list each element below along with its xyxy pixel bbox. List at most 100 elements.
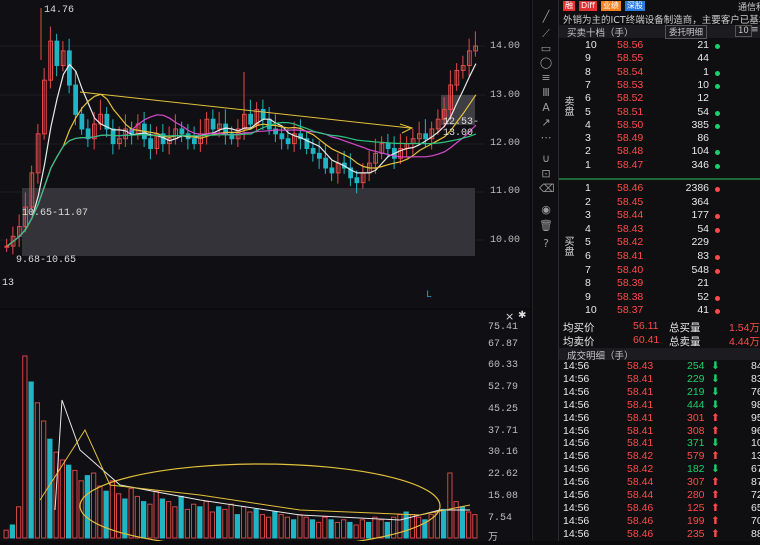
orderbook-row[interactable]: 6 58.41 83 bbox=[559, 250, 760, 264]
magnet-icon[interactable]: ∪ bbox=[539, 152, 553, 166]
trade-count: 137 bbox=[751, 450, 760, 463]
orderbook-level: 10 bbox=[585, 39, 597, 51]
text-tool-icon[interactable]: A bbox=[539, 101, 553, 115]
help-icon[interactable]: ? bbox=[539, 237, 553, 251]
trade-time: 14:56 bbox=[563, 372, 590, 385]
orderbook-volume: 364 bbox=[691, 195, 709, 208]
tag-connect[interactable]: 深股 bbox=[624, 1, 645, 11]
orderbook-price: 58.45 bbox=[617, 195, 644, 208]
volume-tick: 45.25 bbox=[488, 404, 519, 415]
trade-price: 58.43 bbox=[627, 360, 654, 372]
trade-count: 87 bbox=[751, 476, 760, 489]
settings-icon[interactable]: ✱ bbox=[518, 310, 526, 321]
eye-icon[interactable]: ◉ bbox=[539, 203, 553, 217]
orderbook-row[interactable]: 5 58.42 229 bbox=[559, 236, 760, 250]
trade-row[interactable]: 14:56 58.46 235 88 ⬆ bbox=[559, 528, 760, 542]
orderbook-price: 58.41 bbox=[617, 250, 644, 262]
parallel-channel-icon[interactable]: ≡ bbox=[539, 71, 553, 85]
tag-margin[interactable]: 融 bbox=[563, 1, 575, 11]
volume-bar bbox=[191, 503, 197, 539]
orderbook-volume: 21 bbox=[697, 39, 709, 51]
trash-icon[interactable]: 🗑 bbox=[539, 219, 553, 233]
trade-indicator-dot bbox=[715, 227, 720, 233]
orderbook-row[interactable]: 10 58.56 21 bbox=[559, 39, 760, 53]
orderbook-volume: 54 bbox=[697, 222, 709, 235]
trade-count: 83 bbox=[751, 372, 760, 385]
ellipse-tool-icon[interactable]: ◯ bbox=[539, 56, 553, 70]
orderbook-volume: 346 bbox=[691, 158, 709, 171]
orderbook-row[interactable]: 4 58.50 385 bbox=[559, 119, 760, 133]
volume-bar bbox=[347, 521, 353, 539]
orderbook-row[interactable]: 10 58.37 41 bbox=[559, 304, 760, 318]
depth-select[interactable]: 10 bbox=[735, 25, 752, 37]
eraser-icon[interactable]: ⌫ bbox=[539, 182, 555, 196]
orderbook-row[interactable]: 8 58.54 1 bbox=[559, 66, 760, 80]
volume-bar bbox=[228, 503, 234, 539]
orderbook-level: 1 bbox=[585, 182, 591, 194]
orderbook-row[interactable]: 4 58.43 54 bbox=[559, 223, 760, 237]
fibonacci-icon[interactable]: Ⅲ bbox=[539, 86, 553, 100]
volume-bar bbox=[328, 519, 334, 539]
volume-bar bbox=[378, 519, 384, 539]
tag-diff[interactable]: Diff bbox=[579, 1, 597, 11]
trade-time: 14:56 bbox=[563, 476, 590, 489]
trade-price: 58.42 bbox=[627, 450, 654, 463]
volume-bar bbox=[197, 506, 203, 539]
orderbook-row[interactable]: 2 58.45 364 bbox=[559, 196, 760, 210]
total-buy-label: 总买量 bbox=[669, 322, 701, 334]
more-icon[interactable]: ⋯ bbox=[539, 131, 553, 145]
volume-bar bbox=[309, 519, 315, 539]
line-tool-icon[interactable]: ╱ bbox=[539, 10, 553, 24]
volume-chart[interactable] bbox=[0, 310, 485, 545]
orderbook-row[interactable]: 9 58.38 52 bbox=[559, 291, 760, 305]
trade-volume: 444 bbox=[687, 398, 705, 411]
candle-body bbox=[54, 40, 60, 67]
orderbook-row[interactable]: 1 58.46 2386 bbox=[559, 182, 760, 196]
orderbook-row[interactable]: 5 58.51 54 bbox=[559, 106, 760, 120]
orderbook-row[interactable]: 7 58.53 10 bbox=[559, 79, 760, 93]
trend-arrow bbox=[399, 123, 414, 134]
orderbook-row[interactable]: 2 58.48 104 bbox=[559, 145, 760, 159]
order-detail-button[interactable]: 委托明细 bbox=[665, 25, 708, 39]
orderbook-row[interactable]: 3 58.44 177 bbox=[559, 209, 760, 223]
orderbook-row[interactable]: 6 58.52 12 bbox=[559, 92, 760, 106]
price-tick: 12.00 bbox=[490, 138, 521, 149]
low-price-label: 9.68-10.65 bbox=[16, 255, 77, 266]
trade-time: 14:56 bbox=[563, 463, 590, 476]
trade-count: 67 bbox=[751, 463, 760, 476]
orderbook-row[interactable]: 8 58.39 21 bbox=[559, 277, 760, 291]
orderbook-volume: 41 bbox=[697, 304, 709, 317]
candlestick-chart[interactable]: 14.76 10.65-11.07 9.68-10.65 13 12.53-13… bbox=[0, 0, 485, 308]
trade-indicator-dot bbox=[715, 70, 720, 76]
volume-bar bbox=[41, 420, 47, 539]
orderbook-level: 7 bbox=[585, 263, 591, 276]
trade-indicator-dot bbox=[715, 255, 720, 260]
orderbook-price: 58.56 bbox=[617, 39, 644, 51]
arrow-down-icon: ⬇ bbox=[711, 437, 720, 450]
menu-icon[interactable]: ≡ bbox=[751, 25, 759, 35]
volume-bar bbox=[3, 529, 9, 539]
price-tick: 14.00 bbox=[490, 41, 521, 52]
ray-tool-icon[interactable]: ⟋ bbox=[539, 27, 553, 41]
candle-body bbox=[248, 113, 253, 125]
volume-bar bbox=[416, 516, 422, 539]
orderbook-row[interactable]: 7 58.40 548 bbox=[559, 264, 760, 278]
trade-time: 14:56 bbox=[563, 527, 590, 540]
orderbook-price: 58.43 bbox=[617, 222, 644, 235]
orderbook-row[interactable]: 1 58.47 346 bbox=[559, 159, 760, 173]
measure-icon[interactable]: ↗ bbox=[539, 116, 553, 130]
orderbook-price: 58.49 bbox=[617, 132, 644, 145]
orderbook-row[interactable]: 9 58.55 44 bbox=[559, 52, 760, 66]
lock-icon[interactable]: ⊡ bbox=[539, 167, 553, 181]
tag-earnings[interactable]: 业绩 bbox=[600, 1, 621, 11]
rectangle-tool-icon[interactable]: ▭ bbox=[539, 42, 553, 56]
trade-indicator-dot bbox=[715, 214, 720, 220]
orderbook-level: 7 bbox=[585, 78, 591, 91]
volume-svg[interactable] bbox=[0, 310, 485, 545]
orderbook-row[interactable]: 3 58.49 86 bbox=[559, 132, 760, 146]
industry-label[interactable]: 通信科 bbox=[738, 0, 760, 13]
trade-time: 14:56 bbox=[563, 437, 590, 450]
arrow-up-icon: ⬆ bbox=[711, 501, 720, 514]
orderbook-level: 8 bbox=[585, 277, 591, 290]
orderbook-volume: 177 bbox=[691, 209, 709, 222]
